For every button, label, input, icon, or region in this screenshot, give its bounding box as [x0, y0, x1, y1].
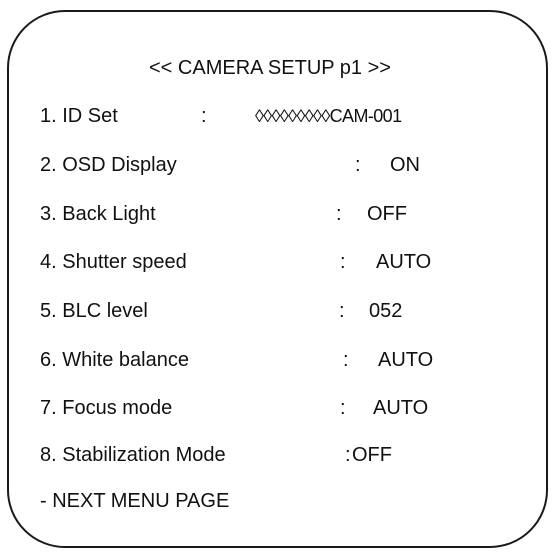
menu-frame — [7, 10, 548, 548]
menu-item-focus-mode-label[interactable]: 7. Focus mode — [40, 396, 172, 420]
menu-item-id-set-sep: : — [201, 105, 207, 127]
menu-item-id-set-value[interactable]: ◊◊◊◊◊◊◊◊◊CAM-001 — [255, 104, 402, 128]
menu-item-osd-display-label[interactable]: 2. OSD Display — [40, 153, 177, 177]
menu-item-shutter-speed-sep: : — [340, 251, 346, 273]
menu-item-focus-mode-value[interactable]: AUTO — [373, 396, 428, 420]
menu-item-osd-display-value[interactable]: ON — [390, 153, 420, 177]
menu-item-stabilization-mode-value[interactable]: OFF — [352, 443, 392, 467]
menu-item-shutter-speed-label[interactable]: 4. Shutter speed — [40, 250, 187, 274]
menu-item-osd-display-sep: : — [355, 154, 361, 176]
menu-title: << CAMERA SETUP p1 >> — [149, 57, 391, 79]
menu-item-stabilization-mode-sep: : — [345, 444, 351, 466]
menu-item-shutter-speed-value[interactable]: AUTO — [376, 250, 431, 274]
menu-item-white-balance-value[interactable]: AUTO — [378, 348, 433, 372]
menu-item-blc-level-sep: : — [339, 300, 345, 322]
menu-item-stabilization-mode-label[interactable]: 8. Stabilization Mode — [40, 443, 226, 467]
menu-item-back-light-value[interactable]: OFF — [367, 202, 407, 226]
menu-item-white-balance-label[interactable]: 6. White balance — [40, 348, 189, 372]
menu-item-blc-level-value[interactable]: 052 — [369, 299, 402, 323]
menu-item-white-balance-sep: : — [343, 349, 349, 371]
menu-item-back-light-sep: : — [336, 203, 342, 225]
menu-item-back-light-label[interactable]: 3. Back Light — [40, 202, 156, 226]
menu-item-focus-mode-sep: : — [340, 397, 346, 419]
next-menu-page-link[interactable]: - NEXT MENU PAGE — [40, 489, 229, 513]
menu-item-blc-level-label[interactable]: 5. BLC level — [40, 299, 148, 323]
menu-item-id-set-label[interactable]: 1. ID Set — [40, 104, 118, 128]
